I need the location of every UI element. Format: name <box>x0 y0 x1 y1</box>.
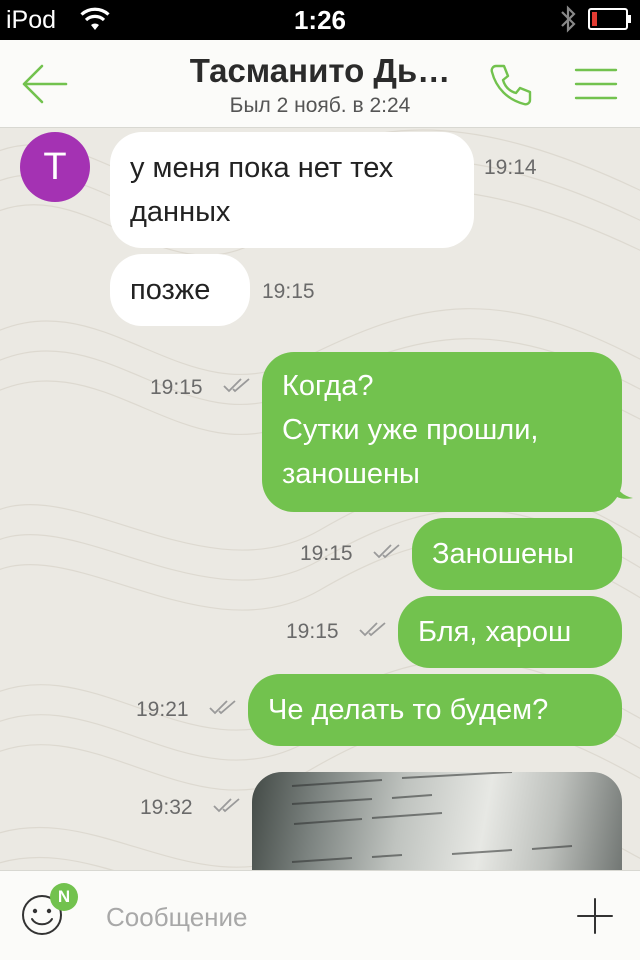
bluetooth-icon <box>561 5 576 33</box>
incoming-message[interactable]: позже <box>110 254 250 326</box>
message-time: 19:15 <box>150 376 203 399</box>
message-line: Когда? <box>282 370 374 402</box>
incoming-message[interactable]: у меня пока нет тех данных <box>110 132 474 248</box>
message-input[interactable] <box>106 899 526 935</box>
message-line: Сутки уже прошли, <box>282 414 539 446</box>
status-bar: iPod 1:26 <box>0 0 640 40</box>
photo-document-image <box>291 772 573 863</box>
new-stickers-badge: N <box>50 883 78 911</box>
message-text: Бля, харош <box>418 616 572 648</box>
message-text: Заношены <box>432 538 575 570</box>
battery-icon <box>588 8 631 30</box>
message-text: позже <box>130 274 211 306</box>
outgoing-message[interactable]: Заношены <box>412 518 622 590</box>
last-seen-status: Был 2 нояб. в 2:24 <box>229 94 411 117</box>
message-time: 19:21 <box>136 698 189 721</box>
outgoing-message[interactable]: Бля, харош <box>398 596 622 668</box>
message-time: 19:14 <box>484 156 537 179</box>
chat-screen: Тасманито Дь… Был 2 нояб. в 2:24 T у мен… <box>0 40 640 960</box>
read-receipt-icon <box>209 700 236 715</box>
message-time: 19:15 <box>300 542 353 565</box>
read-receipt-icon <box>359 622 386 637</box>
read-receipt-icon <box>223 378 250 393</box>
menu-icon[interactable] <box>574 64 618 104</box>
photo-message[interactable] <box>252 772 622 882</box>
message-composer: N <box>0 870 640 960</box>
message-time: 19:32 <box>140 796 193 819</box>
message-line: заношены <box>282 458 420 490</box>
contact-name[interactable]: Тасманито Дь… <box>120 52 520 90</box>
message-text: Че делать то будем? <box>268 694 549 726</box>
back-arrow-icon[interactable] <box>20 62 68 106</box>
message-time: 19:15 <box>262 280 315 303</box>
message-text: у меня пока нет тех данных <box>130 152 394 228</box>
contact-avatar[interactable]: T <box>20 132 90 202</box>
plus-icon[interactable] <box>576 897 614 935</box>
phone-call-icon[interactable] <box>488 62 534 108</box>
clock: 1:26 <box>293 5 347 35</box>
outgoing-message[interactable]: Че делать то будем? <box>248 674 622 746</box>
chat-header: Тасманито Дь… Был 2 нояб. в 2:24 <box>0 40 640 128</box>
read-receipt-icon <box>213 798 240 813</box>
read-receipt-icon <box>373 544 400 559</box>
outgoing-message[interactable]: Когда? Сутки уже прошли, заношены <box>262 352 622 512</box>
message-time: 19:15 <box>286 620 339 643</box>
